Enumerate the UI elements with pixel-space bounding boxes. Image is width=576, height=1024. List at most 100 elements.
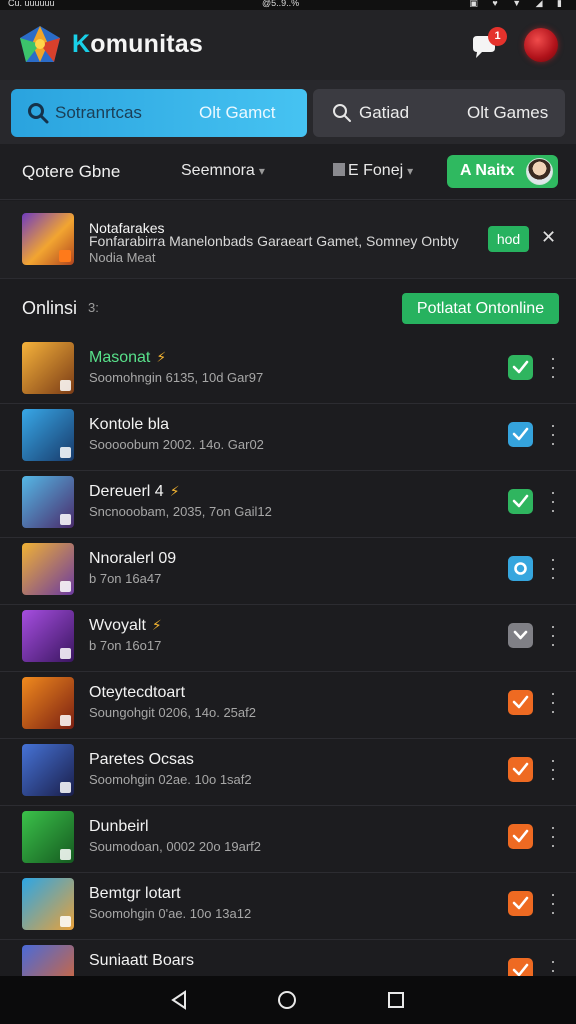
select-checkbox[interactable] xyxy=(508,355,533,380)
back-icon[interactable] xyxy=(168,989,190,1011)
game-thumbnail xyxy=(22,677,74,729)
more-options-icon[interactable]: ··· xyxy=(548,416,558,452)
game-subtitle: b 7on 16a47 xyxy=(89,571,162,586)
list-item[interactable]: Bemtgr lotart Soomohgin 0'ae. 10o 13a12 · ·… xyxy=(0,873,576,940)
game-thumbnail xyxy=(22,476,74,528)
tab-label-secondary: Olt Gamct xyxy=(199,103,276,122)
featured-item[interactable]: Notafarakes Fonfarabirra Manelonbads Gar… xyxy=(0,201,576,279)
more-options-icon[interactable]: ··· xyxy=(548,483,558,519)
more-options-icon[interactable]: ··· xyxy=(548,349,558,385)
game-thumbnail xyxy=(22,409,74,461)
notification-badge: 1 xyxy=(488,27,507,46)
lightning-icon: ⚡ xyxy=(151,617,162,633)
profile-avatar[interactable] xyxy=(524,28,558,62)
status-left: Cu. uuuuuu xyxy=(8,0,55,8)
more-options-icon[interactable]: ··· xyxy=(548,550,558,586)
app-bar: Komunitas 1 xyxy=(0,10,576,80)
check-icon xyxy=(512,896,529,910)
list-item[interactable]: Masonat ⚡ Soomohngin 6135, 10d Gar97 · · · xyxy=(0,337,576,404)
game-list: Masonat ⚡ Soomohngin 6135, 10d Gar97 · · · Kon… xyxy=(0,337,576,1007)
featured-description: Fonfarabirra Manelonbads Garaeart Gamet,… xyxy=(89,233,459,249)
game-title: Bemtgr lotart xyxy=(89,885,181,902)
more-options-icon[interactable]: ··· xyxy=(548,885,558,921)
chevron-icon xyxy=(513,630,528,640)
recent-apps-icon[interactable] xyxy=(385,989,407,1011)
filter-bar: Qotere Gbne Seemnora ▾ E Fonej ▾ A Naitx xyxy=(0,144,576,200)
online-button[interactable]: Potlatat Ontonline xyxy=(402,293,559,324)
chevron-down-icon: ▾ xyxy=(258,164,265,178)
online-label: Onlinsi xyxy=(22,298,78,318)
check-icon xyxy=(512,427,529,441)
game-title: Oteytecdtoart xyxy=(89,684,186,701)
select-checkbox[interactable] xyxy=(508,489,533,514)
select-checkbox[interactable] xyxy=(508,757,533,782)
ring-icon xyxy=(514,562,527,575)
more-options-icon[interactable]: ··· xyxy=(548,684,558,720)
system-nav-bar xyxy=(0,976,576,1024)
filter-label: Qotere Gbne xyxy=(22,162,121,181)
online-section-header: Onlinsi 3: Potlatat Ontonline xyxy=(0,279,576,337)
tab-label: Gatiad xyxy=(359,103,410,122)
status-middle: @5..9..% xyxy=(262,0,300,8)
more-options-icon[interactable]: ··· xyxy=(548,751,558,787)
tab-label-secondary: Olt Games xyxy=(467,103,549,122)
game-subtitle: Soungohgit 0206, 14o. 25af2 xyxy=(89,705,256,720)
list-item[interactable]: Wvoyalt ⚡ b 7on 16o17 · · · xyxy=(0,605,576,672)
tab-search-games[interactable]: Sotranrtcas Olt Gamct xyxy=(11,89,307,137)
game-subtitle: b 7on 16o17 xyxy=(89,638,162,653)
game-subtitle: Soomohgin 02ae. 10o 1saf2 xyxy=(89,772,252,787)
featured-thumbnail xyxy=(22,213,74,265)
search-icon xyxy=(333,104,351,122)
check-icon xyxy=(512,829,529,843)
game-title: Dereuerl 4 ⚡ xyxy=(89,483,180,500)
list-item[interactable]: Kontole bla Sooooobum 2002. 14o. Gar02 · · · xyxy=(0,404,576,471)
filter-icon xyxy=(333,163,345,176)
game-title: Suniaatt Boars xyxy=(89,952,194,969)
game-subtitle: Soumodoan, 0002 20o 19arf2 xyxy=(89,839,262,854)
chevron-down-icon: ▾ xyxy=(407,164,414,178)
featured-badge[interactable]: hod xyxy=(488,226,529,252)
game-title: Dunbeirl xyxy=(89,818,149,835)
list-item[interactable]: Dereuerl 4 ⚡ Sncnooobam, 2035, 7on Gail12 ·… xyxy=(0,471,576,538)
home-icon[interactable] xyxy=(276,989,298,1011)
tab-games[interactable]: Gatiad Olt Games xyxy=(313,89,565,137)
game-thumbnail xyxy=(22,811,74,863)
select-checkbox[interactable] xyxy=(508,690,533,715)
check-icon xyxy=(512,360,529,374)
list-item[interactable]: Paretes Ocsas Soomohgin 02ae. 10o 1saf2 · ·… xyxy=(0,739,576,806)
game-thumbnail xyxy=(22,543,74,595)
more-options-icon[interactable]: ··· xyxy=(548,818,558,854)
filter-dropdown[interactable]: E Fonej ▾ xyxy=(333,162,413,180)
game-thumbnail xyxy=(22,878,74,930)
check-icon xyxy=(512,762,529,776)
select-checkbox[interactable] xyxy=(508,623,533,648)
user-avatar xyxy=(526,158,553,185)
select-checkbox[interactable] xyxy=(508,891,533,916)
sort-dropdown[interactable]: Seemnora ▾ xyxy=(181,162,265,180)
search-icon xyxy=(28,103,49,124)
app-logo-icon xyxy=(20,26,60,62)
new-button[interactable]: A Naitx xyxy=(447,155,558,188)
game-title: Paretes Ocsas xyxy=(89,751,194,768)
select-checkbox[interactable] xyxy=(508,824,533,849)
game-subtitle: Sooooobum 2002. 14o. Gar02 xyxy=(89,437,264,452)
list-item[interactable]: Nnoralerl 09 b 7on 16a47 · · · xyxy=(0,538,576,605)
game-thumbnail xyxy=(22,342,74,394)
more-options-icon[interactable]: ··· xyxy=(548,617,558,653)
game-thumbnail xyxy=(22,610,74,662)
game-thumbnail xyxy=(22,744,74,796)
close-icon[interactable]: ✕ xyxy=(541,227,556,248)
check-icon xyxy=(512,494,529,508)
game-title: Kontole bla xyxy=(89,416,170,433)
game-subtitle: Soomohgin 0'ae. 10o 13a12 xyxy=(89,906,252,921)
lightning-icon: ⚡ xyxy=(156,349,167,365)
tab-bar: Sotranrtcas Olt Gamct Gatiad Olt Games xyxy=(0,80,576,144)
app-title: Komunitas xyxy=(72,30,203,58)
select-checkbox[interactable] xyxy=(508,422,533,447)
select-checkbox[interactable] xyxy=(508,556,533,581)
game-title: Masonat ⚡ xyxy=(89,349,167,366)
check-icon xyxy=(512,695,529,709)
lightning-icon: ⚡ xyxy=(169,483,180,499)
list-item[interactable]: Oteytecdtoart Soungohgit 0206, 14o. 25af2… xyxy=(0,672,576,739)
list-item[interactable]: Dunbeirl Soumodoan, 0002 20o 19arf2 · · · xyxy=(0,806,576,873)
